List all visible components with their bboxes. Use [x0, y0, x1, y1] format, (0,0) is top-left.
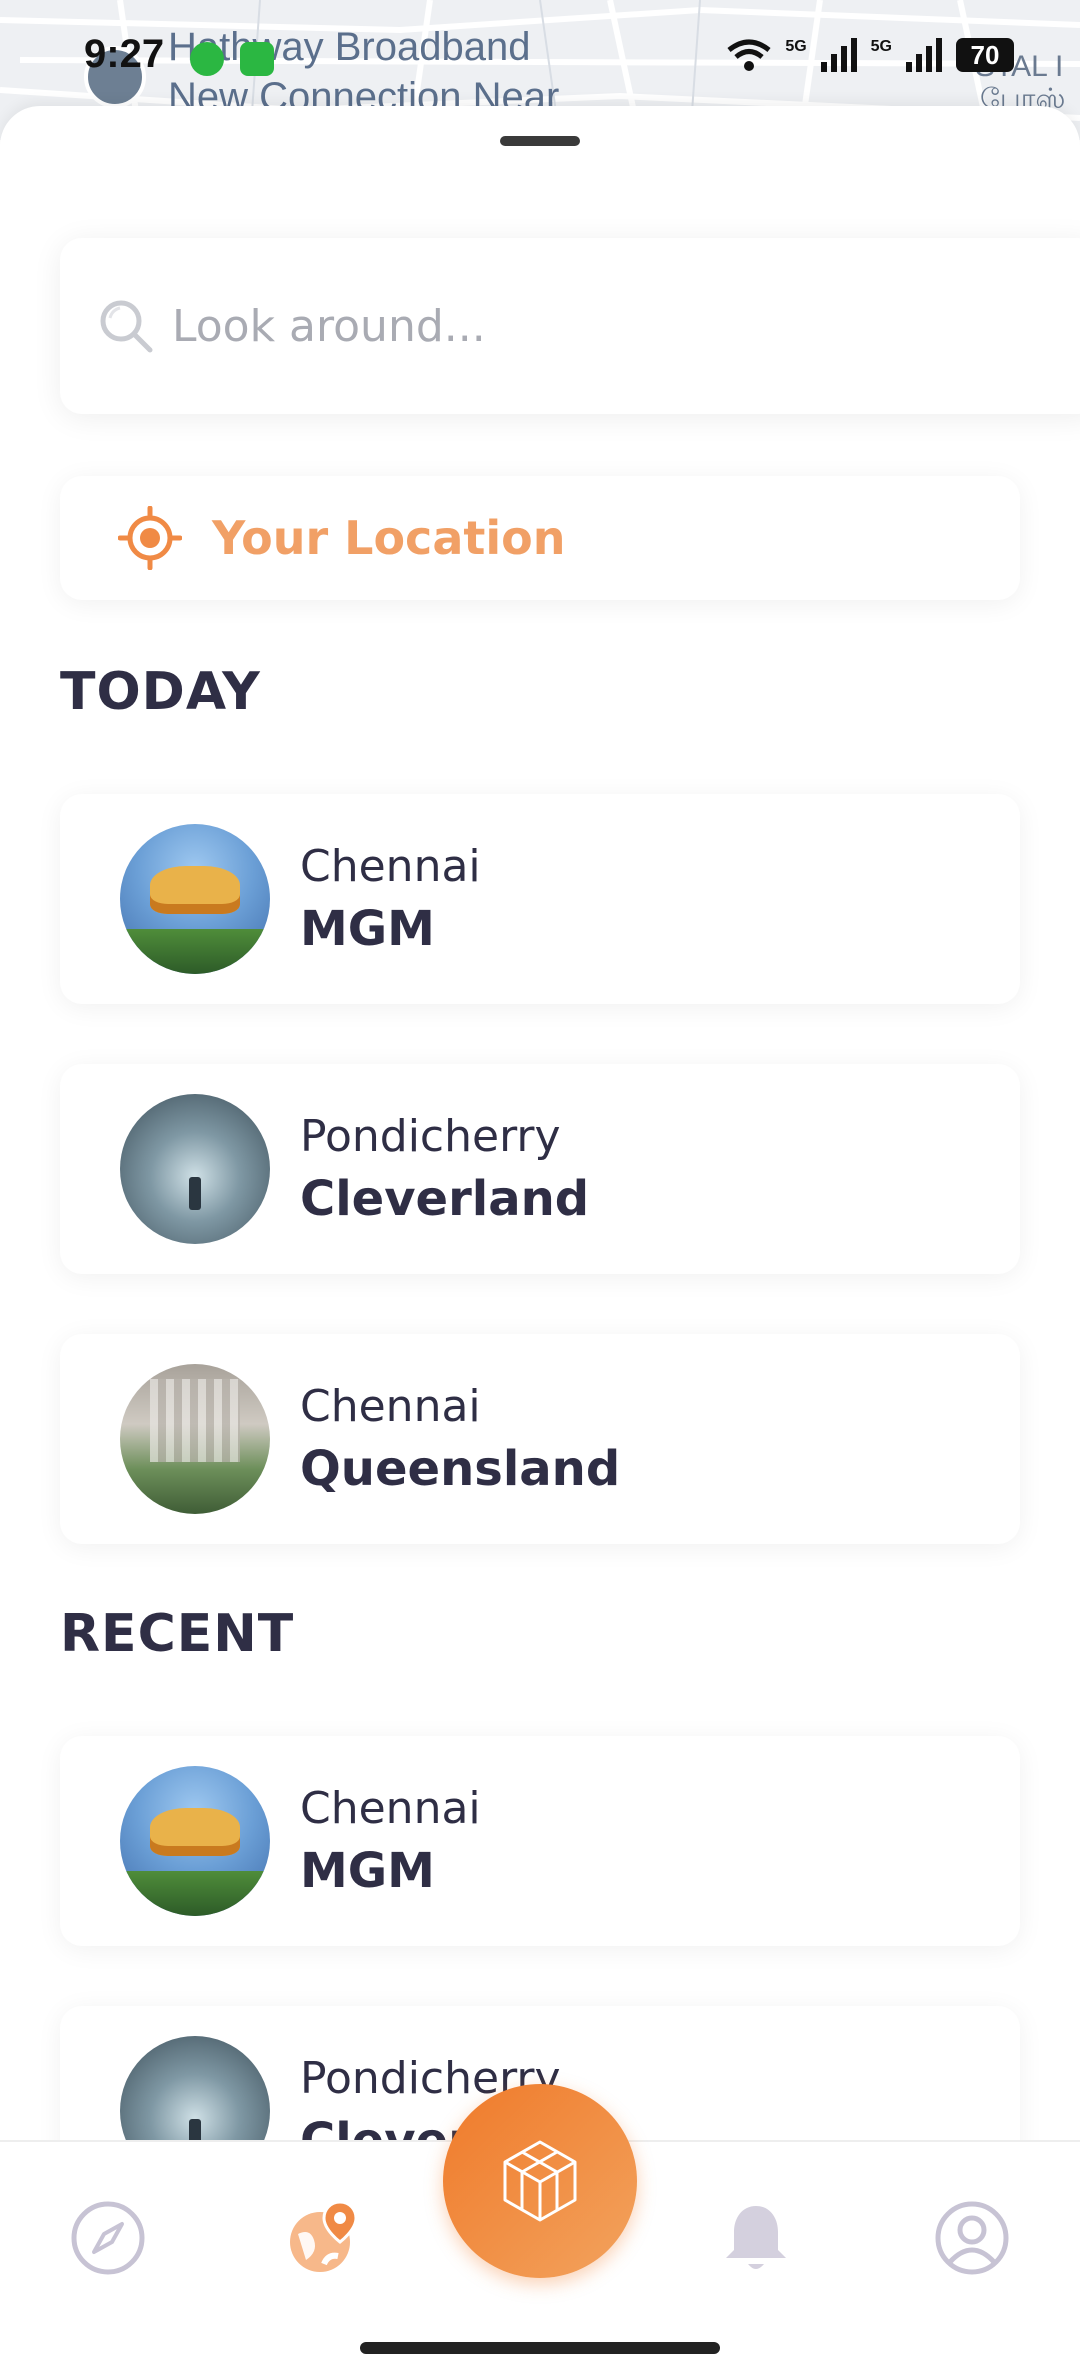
place-thumbnail [120, 1364, 270, 1514]
network-type-label: 5G [870, 38, 892, 55]
user-icon[interactable] [932, 2198, 1012, 2278]
bell-icon[interactable] [716, 2198, 796, 2278]
compass-icon[interactable] [68, 2198, 148, 2278]
globe-pin-icon[interactable] [284, 2198, 364, 2278]
place-city: Chennai [300, 1783, 481, 1834]
search-icon [100, 300, 153, 353]
place-name: Queensland [300, 1441, 621, 1497]
place-name: Cleverland [300, 1171, 590, 1227]
section-title-recent: RECENT [60, 1604, 295, 1664]
home-indicator[interactable] [360, 2342, 720, 2354]
cube-icon [503, 2140, 577, 2222]
place-name: MGM [300, 1843, 435, 1899]
sheet-drag-handle[interactable] [500, 136, 580, 146]
place-name: MGM [300, 901, 435, 957]
place-card[interactable]: Pondicherry Cleverland [60, 1064, 1020, 1274]
search-input[interactable] [172, 300, 492, 352]
place-city: Chennai [300, 841, 481, 892]
signal-icon [906, 38, 942, 72]
your-location-label: Your Location [212, 511, 566, 565]
cube-action-button[interactable] [443, 2084, 637, 2278]
network-type-label: 5G [785, 38, 807, 55]
search-box[interactable] [60, 238, 1080, 414]
message-notification-icon [240, 42, 274, 76]
place-card[interactable]: Chennai MGM [60, 1736, 1020, 1946]
crosshair-location-icon [118, 506, 182, 570]
section-title-today: TODAY [60, 662, 261, 722]
whatsapp-notification-icon [190, 42, 224, 76]
place-card[interactable]: Chennai MGM [60, 794, 1020, 1004]
place-city: Chennai [300, 1381, 481, 1432]
bottom-sheet: Your Location TODAY Chennai MGM Pondiche… [0, 106, 1080, 2374]
your-location-button[interactable]: Your Location [60, 476, 1020, 600]
place-thumbnail [120, 824, 270, 974]
wifi-icon [727, 39, 771, 71]
place-thumbnail [120, 1094, 270, 1244]
status-time: 9:27 [84, 32, 165, 76]
signal-icon [820, 38, 857, 72]
place-thumbnail [120, 1766, 270, 1916]
place-card[interactable]: Chennai Queensland [60, 1334, 1020, 1544]
status-icons: 5G 5G 70 [727, 38, 1014, 72]
place-city: Pondicherry [300, 1111, 561, 1162]
battery-icon: 70 [956, 38, 1014, 72]
